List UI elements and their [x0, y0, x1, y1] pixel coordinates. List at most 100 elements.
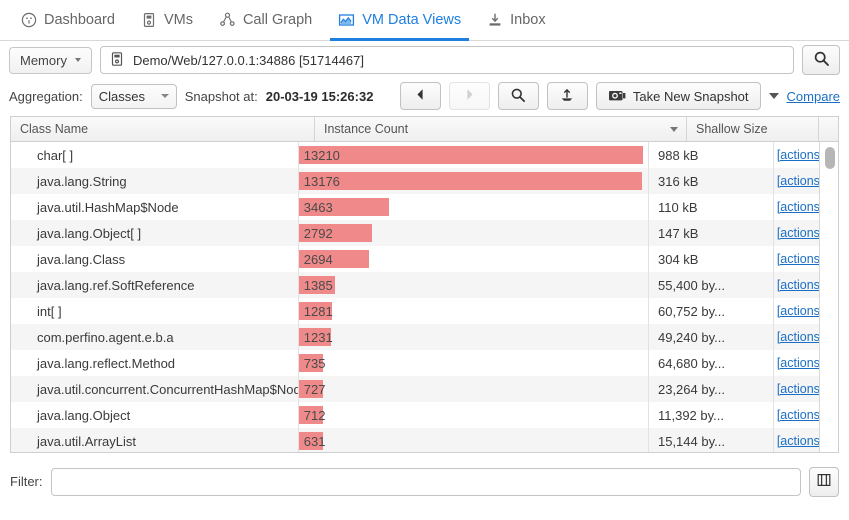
cell-class-name: char[ ]: [11, 142, 299, 168]
cell-class-name: java.util.HashMap$Node: [11, 194, 299, 220]
actions-link[interactable]: [actions]: [777, 148, 824, 162]
cell-shallow-size: 64,680 by...: [649, 350, 774, 376]
instance-count-bar: 712: [298, 406, 325, 424]
cell-class-name: java.util.ArrayList: [11, 428, 299, 452]
cell-class-name: com.perfino.agent.e.b.a: [11, 324, 299, 350]
main-tab-bar: Dashboard VMs Call Graph VM Data Views I…: [0, 0, 849, 41]
cell-class-name: java.lang.Object[ ]: [11, 220, 299, 246]
export-button[interactable]: [546, 82, 588, 110]
cell-shallow-size: 60,752 by...: [649, 298, 774, 324]
instance-count-bar: 13176: [298, 172, 642, 190]
scrollbar-thumb[interactable]: [824, 147, 835, 169]
cell-class-name: java.lang.Object: [11, 402, 299, 428]
vm-path-field[interactable]: Demo/Web/127.0.0.1:34886 [51714467]: [99, 46, 794, 74]
tab-label: VMs: [163, 12, 193, 28]
tab-label: Dashboard: [44, 12, 115, 28]
aggregation-value: Classes: [98, 88, 145, 104]
chevron-left-icon: [413, 87, 428, 105]
take-new-snapshot-label: Take New Snapshot: [632, 88, 749, 104]
cell-class-name: java.lang.String: [11, 168, 299, 194]
view-mode-button[interactable]: Memory: [9, 46, 92, 74]
memory-table: Class Name Instance Count Shallow Size c…: [10, 116, 839, 453]
column-settings-button[interactable]: [809, 466, 839, 497]
find-button[interactable]: [497, 82, 539, 110]
table-row[interactable]: java.util.HashMap$Node 3463 110 kB [actions…: [11, 194, 838, 220]
vm-path-value: Demo/Web/127.0.0.1:34886 [51714467]: [132, 52, 365, 68]
table-row[interactable]: java.lang.reflect.Method 735 64,680 by...[…: [11, 350, 838, 376]
actions-link[interactable]: [actions]: [777, 200, 824, 214]
cell-instance-count: 2694: [298, 246, 649, 272]
aggregation-label: Aggregation:: [9, 88, 83, 104]
column-header-label: Class Name: [20, 122, 89, 136]
table-vertical-scrollbar[interactable]: [819, 142, 838, 452]
tab-dashboard[interactable]: Dashboard: [8, 0, 128, 40]
cell-class-name: java.lang.Class: [11, 246, 299, 272]
next-snapshot-button[interactable]: [448, 82, 490, 110]
cell-shallow-size: 110 kB: [649, 194, 774, 220]
table-row[interactable]: int[ ] 1281 60,752 by... [actions]: [11, 298, 838, 324]
table-row[interactable]: java.lang.Object 712 11,392 by... [actions]: [11, 402, 838, 428]
table-row[interactable]: java.util.concurrent.ConcurrentHashMap$N…: [11, 376, 838, 402]
column-header-label: Instance Count: [324, 122, 409, 136]
cell-shallow-size: 988 kB: [649, 142, 774, 168]
instance-count-bar: 1385: [298, 276, 335, 294]
column-header-shallow-size[interactable]: Shallow Size: [687, 117, 819, 141]
column-header-class-name[interactable]: Class Name: [11, 117, 315, 141]
path-search-button[interactable]: [802, 45, 840, 75]
instance-count-bar: 13210: [298, 146, 643, 164]
camera-icon: [608, 88, 626, 105]
table-row[interactable]: java.lang.ref.SoftReference 1385 55,400 by…: [11, 272, 838, 298]
instance-count-bar: 735: [298, 354, 325, 372]
chart-icon: [338, 12, 355, 28]
actions-link[interactable]: [actions]: [777, 174, 824, 188]
cell-instance-count: 13210: [298, 142, 649, 168]
tab-label: Inbox: [510, 12, 546, 28]
instance-count-bar: 2694: [298, 250, 369, 268]
previous-snapshot-button[interactable]: [399, 82, 441, 110]
cell-instance-count: 2792: [298, 220, 649, 246]
filter-input[interactable]: [50, 467, 801, 496]
snapshot-timestamp: 20-03-19 15:26:32: [265, 88, 374, 104]
cell-instance-count: 13176: [298, 168, 649, 194]
table-row[interactable]: java.lang.Class 2694 304 kB [actions]: [11, 246, 838, 272]
export-icon: [559, 87, 575, 106]
actions-link[interactable]: [actions]: [777, 304, 824, 318]
cell-instance-count: 1231: [298, 324, 649, 350]
tab-inbox[interactable]: Inbox: [474, 0, 558, 40]
table-row[interactable]: java.lang.Object[ ] 2792 147 kB [actions]: [11, 220, 838, 246]
cell-shallow-size: 55,400 by...: [649, 272, 774, 298]
actions-link[interactable]: [actions]: [777, 330, 824, 344]
tab-call-graph[interactable]: Call Graph: [206, 0, 325, 40]
cell-instance-count: 3463: [298, 194, 649, 220]
actions-link[interactable]: [actions]: [777, 252, 824, 266]
aggregation-select[interactable]: Classes: [90, 83, 177, 109]
instance-count-bar: 1281: [298, 302, 333, 320]
compare-link[interactable]: Compare: [787, 89, 840, 104]
caret-down-icon[interactable]: [768, 93, 779, 99]
table-row[interactable]: java.lang.String 13176 316 kB [actions]: [11, 168, 838, 194]
table-row[interactable]: com.perfino.agent.e.b.a 1231 49,240 by...[…: [11, 324, 838, 350]
table-row[interactable]: char[ ] 13210 988 kB [actions]: [11, 142, 838, 168]
column-header-instance-count[interactable]: Instance Count: [315, 117, 687, 141]
actions-link[interactable]: [actions]: [777, 356, 824, 370]
cell-shallow-size: 147 kB: [649, 220, 774, 246]
cell-instance-count: 727: [298, 376, 649, 402]
actions-link[interactable]: [actions]: [777, 278, 824, 292]
call-graph-icon: [219, 12, 236, 28]
instance-count-bar: 631: [298, 432, 325, 450]
tab-vm-data-views[interactable]: VM Data Views: [325, 0, 474, 41]
cell-class-name: int[ ]: [11, 298, 299, 324]
table-row[interactable]: java.util.ArrayList 631 15,144 by... [actio…: [11, 428, 838, 452]
cell-class-name: java.lang.ref.SoftReference: [11, 272, 299, 298]
cell-shallow-size: 316 kB: [649, 168, 774, 194]
actions-link[interactable]: [actions]: [777, 382, 824, 396]
gauge-icon: [21, 12, 37, 28]
take-new-snapshot-button[interactable]: Take New Snapshot: [595, 82, 761, 110]
cell-shallow-size: 15,144 by...: [649, 428, 774, 452]
table-body: char[ ] 13210 988 kB [actions] java.lang.Str…: [11, 142, 838, 452]
tab-vms[interactable]: VMs: [128, 0, 206, 40]
actions-link[interactable]: [actions]: [777, 408, 824, 422]
actions-link[interactable]: [actions]: [777, 434, 824, 448]
instance-count-bar: 3463: [298, 198, 389, 216]
actions-link[interactable]: [actions]: [777, 226, 824, 240]
